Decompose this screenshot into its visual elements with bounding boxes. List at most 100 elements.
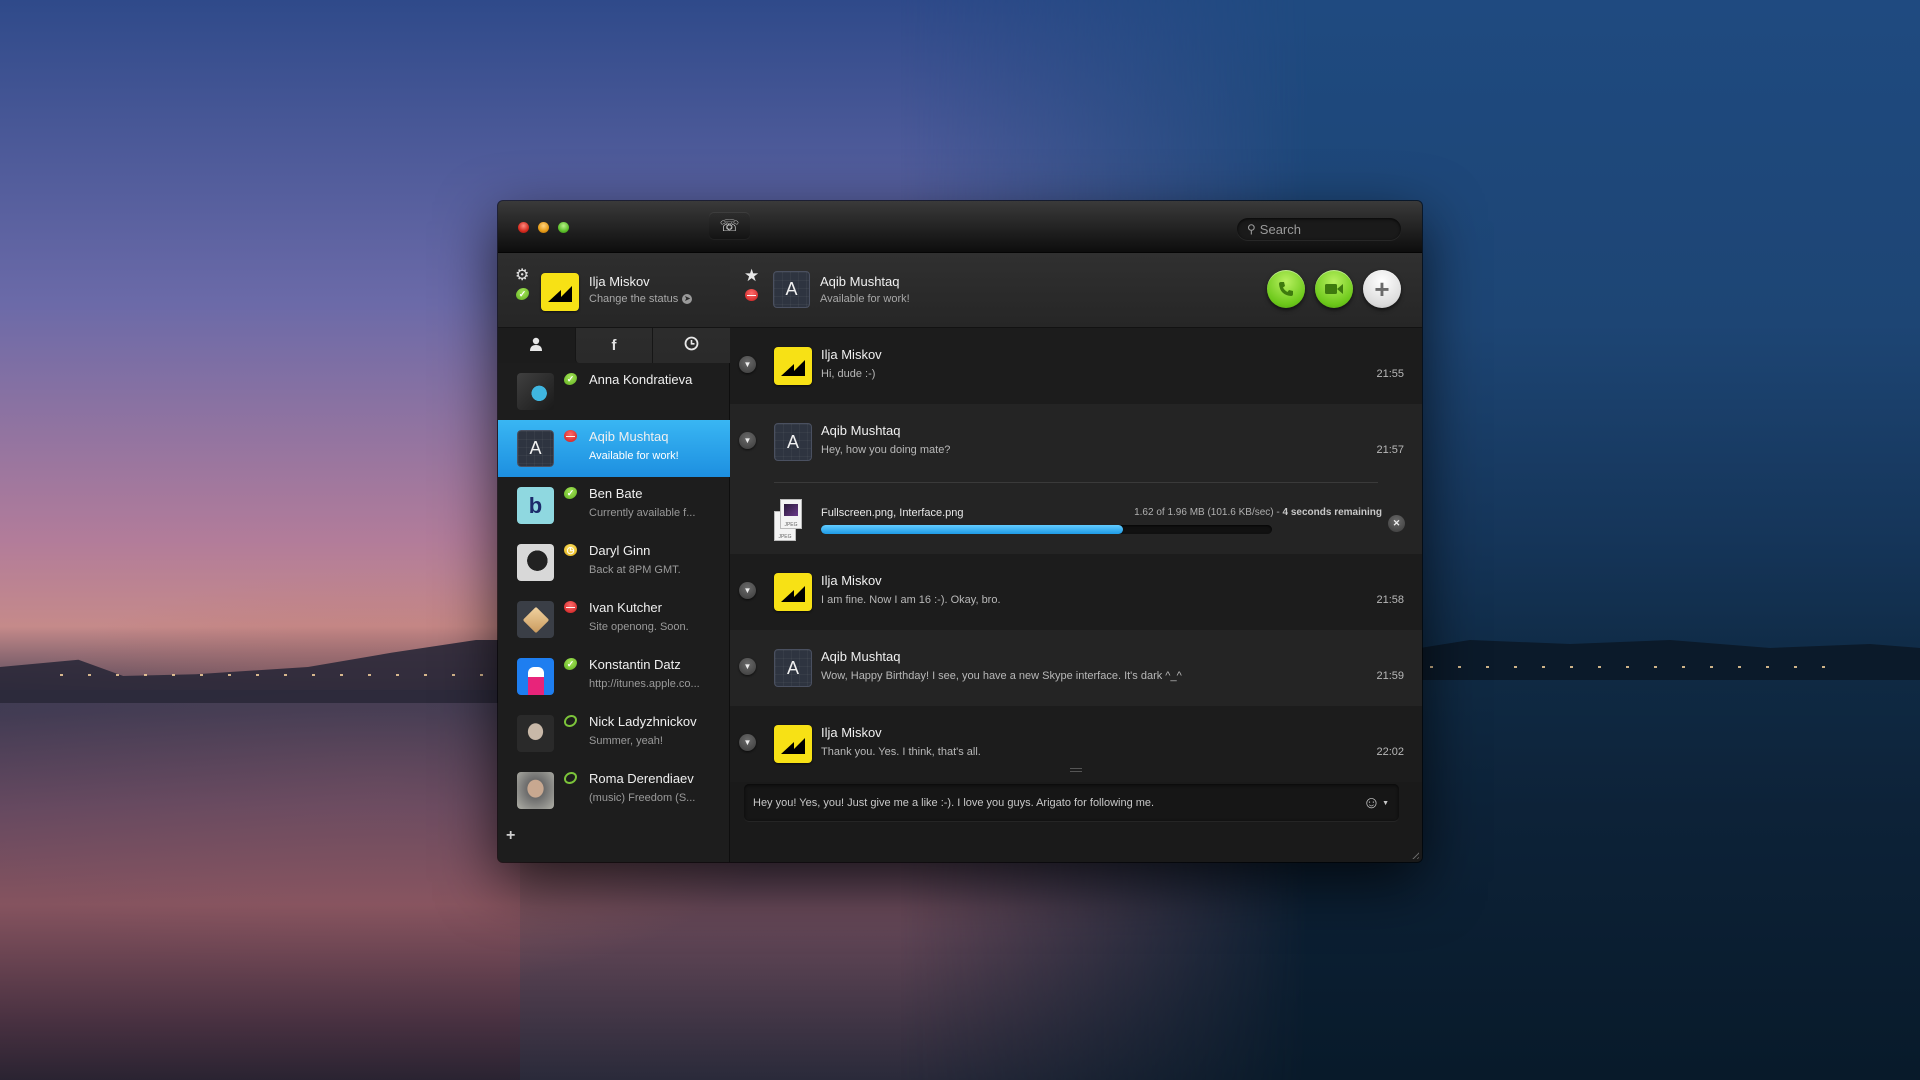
gear-icon[interactable]: ⚙ — [515, 268, 529, 284]
smiley-icon: ☺ — [1362, 793, 1381, 812]
message-text: Thank you. Yes. I think, that's all. — [821, 746, 981, 758]
contact-item-selected[interactable]: A — Aqib Mushtaq Available for work! — [498, 420, 730, 477]
message-sender: Ilja Miskov — [821, 573, 882, 588]
window-resize-handle[interactable] — [1410, 850, 1419, 859]
status-online-icon: ✓ — [564, 373, 577, 385]
contact-name: Aqib Mushtaq — [589, 429, 669, 444]
contact-item[interactable]: ✓ Anna Kondratieva — [498, 363, 730, 420]
message-time: 21:57 — [1376, 444, 1404, 456]
contact-avatar — [517, 601, 554, 638]
status-busy-icon: — — [564, 601, 577, 613]
sidebar-tabs: f — [498, 328, 731, 363]
close-icon: ✕ — [1392, 518, 1401, 528]
plus-icon: + — [1374, 273, 1390, 304]
contact-name: Ivan Kutcher — [589, 600, 662, 615]
contact-mood: Summer, yeah! — [589, 735, 663, 747]
status-busy-icon: — — [745, 289, 758, 301]
contact-name: Anna Kondratieva — [589, 372, 693, 387]
message-avatar — [774, 347, 812, 385]
sidebar: ⚙ ✓ Ilja Miskov Change the status ➤ f ✓ … — [498, 253, 731, 862]
conversation-pane: ★ — A Aqib Mushtaq Available for work! +… — [730, 253, 1422, 862]
message-options-toggle[interactable]: ▼ — [739, 432, 756, 449]
wallpaper-water — [0, 690, 520, 1080]
message-time: 22:02 — [1376, 746, 1404, 758]
contact-item[interactable]: Nick Ladyzhnickov Summer, yeah! — [498, 705, 730, 762]
change-status-link[interactable]: Change the status ➤ — [589, 293, 693, 305]
clock-icon — [684, 336, 699, 355]
splitter-handle[interactable] — [1070, 768, 1082, 772]
message-time: 21:59 — [1376, 670, 1404, 682]
person-icon — [529, 337, 543, 355]
contact-avatar: A — [517, 430, 554, 467]
emoticon-picker-button[interactable]: ☺ ▼ — [1363, 793, 1389, 813]
contact-avatar — [517, 373, 554, 410]
file-transfer-names[interactable]: Fullscreen.png, Interface.png — [821, 507, 963, 519]
facebook-icon: f — [611, 337, 617, 354]
profile-name: Ilja Miskov — [589, 274, 650, 289]
avatar[interactable] — [541, 273, 579, 311]
contact-name: Ben Bate — [589, 486, 643, 501]
divider — [774, 482, 1378, 483]
contact-mood: Available for work! — [589, 450, 679, 462]
progress-fill — [821, 525, 1124, 534]
message-item: ▼ Ilja Miskov Hi, dude :-) 21:55 — [730, 328, 1422, 404]
tab-facebook[interactable]: f — [574, 328, 653, 363]
message-composer[interactable]: ☺ ▼ — [744, 784, 1399, 821]
message-avatar: A — [774, 649, 812, 687]
wallpaper-hills-right — [1420, 640, 1920, 680]
file-transfer-progress — [821, 525, 1272, 534]
image-file-icon: JPEG JPEG — [774, 499, 804, 541]
status-online-icon: ✓ — [564, 658, 577, 670]
phone-icon: ☏ — [719, 217, 740, 235]
video-call-button[interactable] — [1315, 270, 1353, 308]
conversation-contact-mood: Available for work! — [820, 293, 910, 305]
plus-icon: + — [506, 827, 516, 844]
message-time: 21:58 — [1376, 594, 1404, 606]
tab-contacts[interactable] — [498, 328, 575, 363]
contact-item[interactable]: b ✓ Ben Bate Currently available f... — [498, 477, 730, 534]
add-participant-button[interactable]: + — [1363, 270, 1401, 308]
tab-recent[interactable] — [652, 328, 731, 363]
message-options-toggle[interactable]: ▼ — [739, 582, 756, 599]
close-window-button[interactable] — [518, 222, 529, 233]
add-contact-button[interactable]: + — [506, 827, 515, 845]
contact-item[interactable]: — Ivan Kutcher Site openong. Soon. — [498, 591, 730, 648]
message-options-toggle[interactable]: ▼ — [739, 734, 756, 751]
status-away-icon: ◷ — [564, 544, 577, 556]
favorite-star-icon[interactable]: ★ — [744, 266, 759, 286]
message-options-toggle[interactable]: ▼ — [739, 356, 756, 373]
contact-item[interactable]: Roma Derendiaev (music) Freedom (S... — [498, 762, 730, 819]
message-input[interactable] — [753, 796, 1343, 809]
zoom-window-button[interactable] — [558, 222, 569, 233]
status-online-icon[interactable]: ✓ — [516, 288, 529, 300]
status-busy-icon: — — [564, 430, 577, 442]
message-text: I am fine. Now I am 16 :-). Okay, bro. — [821, 594, 1001, 606]
search-field[interactable]: ⚲ — [1237, 218, 1401, 240]
contact-mood: Currently available f... — [589, 507, 696, 519]
message-options-toggle[interactable]: ▼ — [739, 658, 756, 675]
cancel-transfer-button[interactable]: ✕ — [1388, 515, 1405, 532]
contact-mood: (music) Freedom (S... — [589, 792, 696, 804]
message-text: Wow, Happy Birthday! I see, you have a n… — [821, 670, 1182, 682]
contact-avatar — [517, 658, 554, 695]
contact-item[interactable]: ◷ Daryl Ginn Back at 8PM GMT. — [498, 534, 730, 591]
search-input[interactable] — [1259, 221, 1380, 237]
message-time: 21:55 — [1376, 368, 1404, 380]
wallpaper-lights-right — [1430, 666, 1850, 668]
contact-avatar — [517, 715, 554, 752]
dialpad-button[interactable]: ☏ — [709, 212, 750, 239]
message-sender: Aqib Mushtaq — [821, 423, 901, 438]
message-text: Hey, how you doing mate? — [821, 444, 951, 456]
call-button[interactable] — [1267, 270, 1305, 308]
minimize-window-button[interactable] — [538, 222, 549, 233]
contact-avatar[interactable]: A — [773, 271, 810, 308]
contact-mood: http://itunes.apple.co... — [589, 678, 700, 690]
contact-mood: Back at 8PM GMT. — [589, 564, 681, 576]
message-sender: Ilja Miskov — [821, 347, 882, 362]
message-avatar — [774, 725, 812, 763]
message-sender: Aqib Mushtaq — [821, 649, 901, 664]
contact-item[interactable]: ✓ Konstantin Datz http://itunes.apple.co… — [498, 648, 730, 705]
message-avatar: A — [774, 423, 812, 461]
status-online-icon: ✓ — [564, 487, 577, 499]
status-offline-icon — [564, 715, 577, 727]
